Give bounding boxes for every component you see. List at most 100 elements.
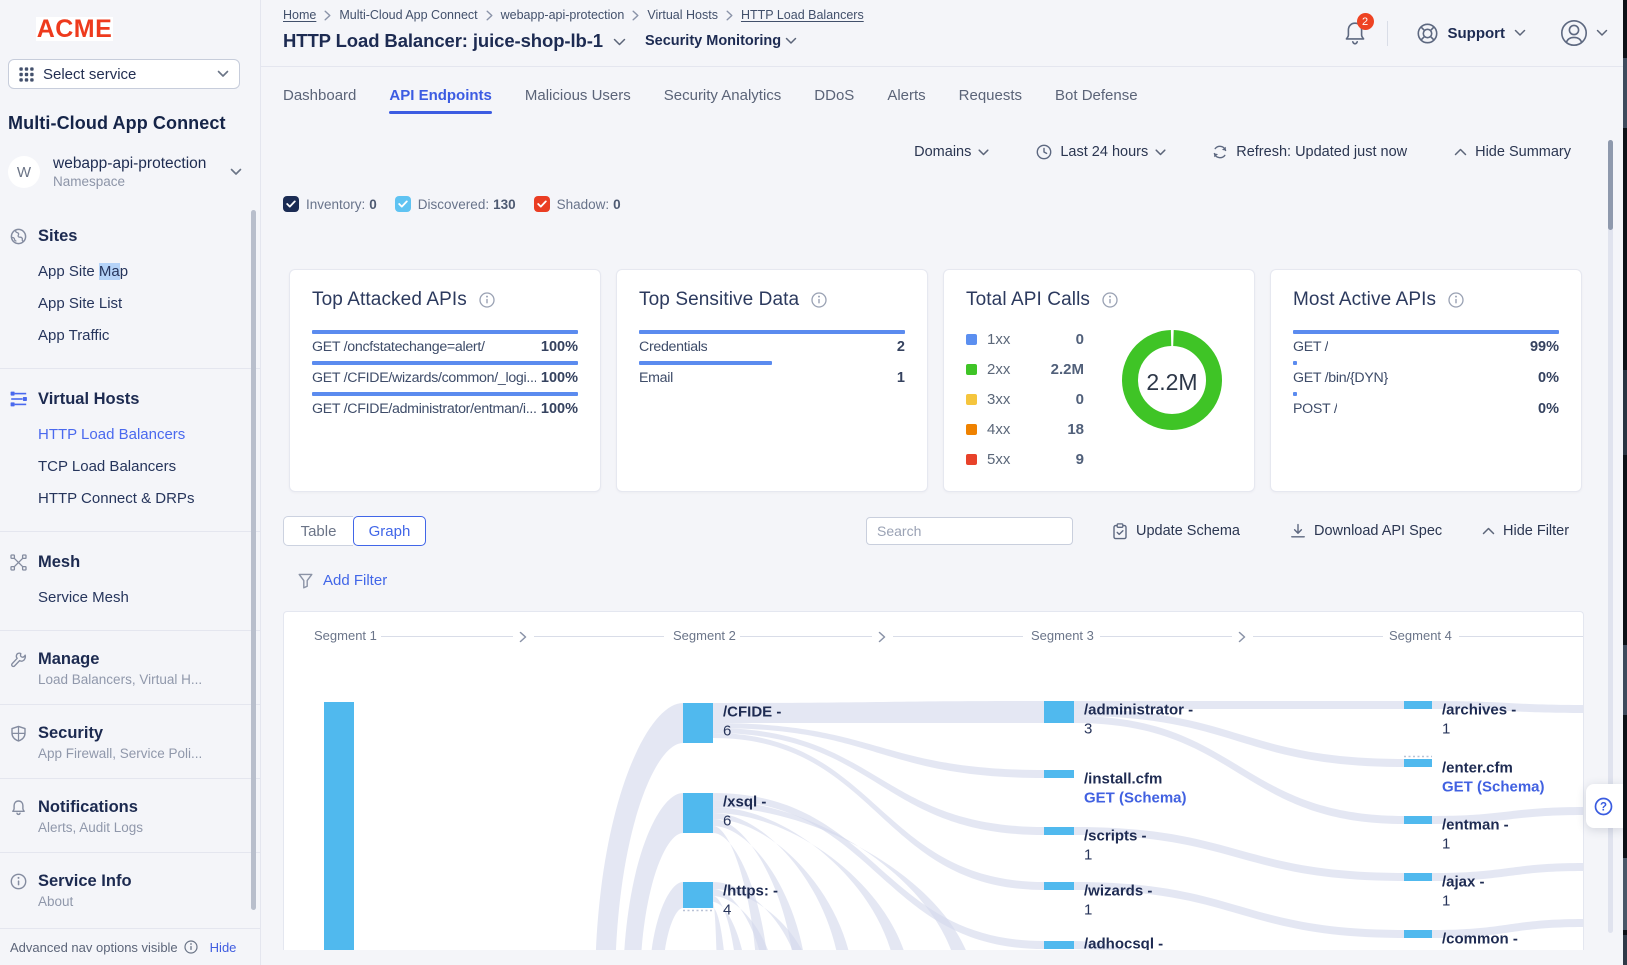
sankey-node-label[interactable]: /xsql - [723,794,766,811]
hide-summary-button[interactable]: Hide Summary [1454,144,1571,160]
tab-requests[interactable]: Requests [959,67,1022,114]
sankey-node-scripts[interactable] [1044,827,1074,835]
sidebar-section-manage: ManageLoad Balancers, Virtual H... [0,647,260,704]
info-icon[interactable] [1102,292,1118,308]
sankey-link[interactable] [713,723,1044,778]
filter-shadow[interactable]: Shadow:0 [534,196,621,212]
sankey-node-label[interactable]: /adhocsql - [1084,936,1163,951]
sankey-node-label[interactable]: /install.cfm [1084,771,1162,788]
sidebar-item-tcp-load-balancers[interactable]: TCP Load Balancers [0,451,260,483]
sidebar-item-app-traffic[interactable]: App Traffic [0,320,260,352]
card-total-api-calls: Total API Calls 1xx02xx2.2M3xx04xx185xx9… [943,269,1255,492]
legend-swatch [966,394,977,405]
sankey-node-label[interactable]: /ajax - [1442,874,1485,891]
breadcrumb-item[interactable]: Home [283,8,316,22]
sankey-node-https[interactable] [683,882,713,908]
sankey-node-root[interactable] [324,702,354,950]
add-filter-button[interactable]: Add Filter [298,572,387,589]
tab-api-endpoints[interactable]: API Endpoints [389,67,492,114]
user-menu[interactable] [1560,19,1608,47]
sankey-chart[interactable]: /CFIDE -6/xsql -6/https: -4/administrato… [284,612,1584,950]
namespace-selector[interactable]: W webapp-api-protection Namespace [8,153,248,191]
section-title[interactable]: Service Info [38,872,132,891]
breadcrumb-item[interactable]: Virtual Hosts [647,8,718,22]
download-api-spec-button[interactable]: Download API Spec [1290,516,1442,546]
breadcrumb-item[interactable]: HTTP Load Balancers [741,8,864,22]
sankey-node-label[interactable]: /https: - [723,883,778,900]
notifications-bell[interactable]: 2 [1343,20,1367,46]
section-title[interactable]: Notifications [38,798,138,817]
sankey-node-admin[interactable] [1044,701,1074,723]
info-icon[interactable] [1448,292,1464,308]
graph-view-button[interactable]: Graph [353,516,426,546]
filter-inventory[interactable]: Inventory:0 [283,196,377,212]
sankey-link[interactable] [649,882,683,950]
sidebar-scrollbar[interactable] [251,210,256,910]
breadcrumb-item[interactable]: webapp-api-protection [501,8,625,22]
hide-filter-button[interactable]: Hide Filter [1482,516,1569,546]
tab-bot-defense[interactable]: Bot Defense [1055,67,1138,114]
sankey-node-archives[interactable] [1404,701,1432,709]
sankey-node-adhocsql[interactable] [1044,941,1074,949]
sankey-node-label[interactable]: /administrator - [1084,702,1193,719]
time-range-dropdown[interactable]: Last 24 hours [1036,144,1166,160]
monitor-menu[interactable]: Security Monitoring [645,33,781,49]
sidebar-item-service-mesh[interactable]: Service Mesh [0,582,260,614]
sankey-node-label[interactable]: /wizards - [1084,883,1152,900]
view-toggle: Table Graph [283,516,426,546]
tab-security-analytics[interactable]: Security Analytics [664,67,782,114]
sidebar-item-app-site-map[interactable]: App Site Map [0,256,260,288]
sankey-node-label[interactable]: /entman - [1442,817,1509,834]
checkbox-checked[interactable] [283,196,299,212]
filter-discovered[interactable]: Discovered:130 [395,196,516,212]
section-title[interactable]: Security [38,724,103,743]
table-view-button[interactable]: Table [283,516,353,546]
tab-malicious-users[interactable]: Malicious Users [525,67,631,114]
domains-dropdown[interactable]: Domains [914,144,989,160]
sankey-node-schema-link[interactable]: GET (Schema) [1084,790,1187,807]
refresh-button[interactable]: Refresh: Updated just now [1212,144,1407,160]
tab-ddos[interactable]: DDoS [814,67,854,114]
section-title[interactable]: Sites [38,227,77,246]
info-icon[interactable] [479,292,495,308]
bar [312,361,578,365]
sankey-node-wizards[interactable] [1044,882,1074,890]
search-input[interactable] [866,517,1073,545]
section-title[interactable]: Virtual Hosts [38,390,139,409]
page-scrollbar-thumb[interactable] [1608,140,1613,230]
checkbox-checked[interactable] [534,196,550,212]
section-title[interactable]: Manage [38,650,99,669]
sankey-node-label[interactable]: /enter.cfm [1442,760,1513,777]
tab-alerts[interactable]: Alerts [887,67,925,114]
sankey-node-install[interactable] [1044,770,1074,778]
sankey-node-common[interactable] [1404,930,1432,938]
help-button[interactable]: ? [1586,784,1624,828]
checkbox-checked[interactable] [395,196,411,212]
hide-nav-link[interactable]: Hide [210,940,237,955]
breadcrumb-item[interactable]: Multi-Cloud App Connect [339,8,477,22]
info-icon[interactable] [811,292,827,308]
sidebar-item-app-site-list[interactable]: App Site List [0,288,260,320]
sidebar-item-http-load-balancers[interactable]: HTTP Load Balancers [0,419,260,451]
sankey-node-schema-link[interactable]: GET (Schema) [1442,779,1545,796]
support-menu[interactable]: Support [1416,22,1527,45]
sidebar-item-http-connect-drps[interactable]: HTTP Connect & DRPs [0,483,260,515]
sankey-node-enter[interactable] [1404,759,1432,767]
sankey-node-label[interactable]: /common - [1442,931,1518,948]
sankey-node-label[interactable]: /CFIDE - [723,704,781,721]
card-header: Total API Calls [966,289,1232,311]
sankey-node-xsql[interactable] [683,793,713,833]
update-schema-button[interactable]: Update Schema [1112,516,1240,546]
sankey-link[interactable] [713,793,1044,949]
sankey-node-label[interactable]: /archives - [1442,702,1516,719]
section-title[interactable]: Mesh [38,553,80,572]
row-value: 1 [893,370,905,386]
sankey-node-entman[interactable] [1404,816,1432,824]
tab-dashboard[interactable]: Dashboard [283,67,356,114]
sankey-node-cfide[interactable] [683,703,713,743]
sankey-node-label[interactable]: /scripts - [1084,828,1147,845]
card-most-active-apis: Most Active APIs GET /99%GET /bin/{DYN}0… [1270,269,1582,492]
select-service-dropdown[interactable]: Select service [8,59,240,89]
sankey-node-ajax[interactable] [1404,873,1432,881]
chevron-down-icon[interactable] [613,38,626,47]
